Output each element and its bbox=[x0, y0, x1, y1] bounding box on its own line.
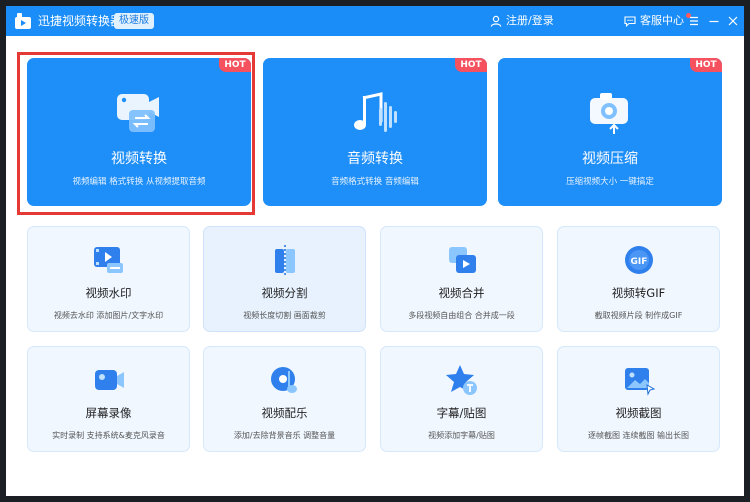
app-logo-icon bbox=[15, 13, 31, 29]
screenshot-icon bbox=[624, 368, 655, 396]
hot-badge: HOT bbox=[690, 58, 722, 72]
tool-description: 截取视频片段 制作成GIF bbox=[594, 311, 683, 320]
subtitle-icon bbox=[445, 365, 477, 395]
svg-text:GIF: GIF bbox=[630, 257, 647, 267]
card-description: 视频编辑 格式转换 从视频提取音频 bbox=[72, 177, 206, 187]
tool-card-gif[interactable]: GIF 视频转GIF 截取视频片段 制作成GIF bbox=[557, 226, 720, 332]
hot-badge: HOT bbox=[219, 58, 251, 72]
title-bar: 迅捷视频转换器 极速版 注册/登录 客服中心 bbox=[6, 6, 744, 36]
tool-card-screenshot[interactable]: 视频截图 逐帧截图 连续截图 输出长图 bbox=[557, 346, 720, 452]
music-icon bbox=[270, 367, 297, 393]
tool-description: 逐帧截图 连续截图 输出长图 bbox=[587, 431, 690, 440]
menu-icon[interactable] bbox=[686, 13, 702, 29]
card-description: 音频格式转换 音频编辑 bbox=[331, 177, 419, 187]
feature-card-video-convert[interactable]: HOT 视频转换 视频编辑 格式转换 从视频提取音频 bbox=[27, 58, 251, 206]
login-label: 注册/登录 bbox=[506, 14, 554, 27]
login-button[interactable]: 注册/登录 bbox=[490, 13, 554, 29]
tool-title: 字幕/贴图 bbox=[436, 406, 487, 420]
tool-title: 视频转GIF bbox=[611, 286, 666, 300]
tool-card-music[interactable]: 视频配乐 添加/去除背景音乐 调整音量 bbox=[203, 346, 366, 452]
screen-record-icon bbox=[94, 370, 124, 390]
app-window: 迅捷视频转换器 极速版 注册/登录 客服中心 HOT 视频转换 视频编辑 格式转… bbox=[6, 6, 744, 496]
gif-icon: GIF bbox=[624, 246, 653, 274]
card-title: 音频转换 bbox=[347, 151, 403, 167]
service-center-label: 客服中心 bbox=[640, 14, 684, 27]
card-title: 视频转换 bbox=[111, 151, 167, 167]
tool-description: 多段视频自由组合 合并成一段 bbox=[408, 311, 515, 320]
close-icon[interactable] bbox=[725, 13, 741, 29]
tool-title: 屏幕录像 bbox=[85, 406, 132, 420]
tool-description: 视频添加字幕/贴图 bbox=[428, 431, 495, 440]
video-convert-icon bbox=[117, 94, 159, 132]
hot-badge: HOT bbox=[455, 58, 487, 72]
split-icon bbox=[274, 245, 295, 275]
tool-card-split[interactable]: 视频分割 视频长度切割 画面裁剪 bbox=[203, 226, 366, 332]
tool-card-watermark[interactable]: 视频水印 视频去水印 添加图片/文字水印 bbox=[27, 226, 190, 332]
tool-title: 视频合并 bbox=[438, 286, 485, 300]
tool-description: 实时录制 支持系统&麦克风录音 bbox=[52, 431, 165, 440]
tool-description: 添加/去除背景音乐 调整音量 bbox=[233, 431, 336, 440]
feature-card-audio-convert[interactable]: HOT 音频转换 音频格式转换 音频编辑 bbox=[263, 58, 487, 206]
tool-card-merge[interactable]: 视频合并 多段视频自由组合 合并成一段 bbox=[380, 226, 543, 332]
tool-card-screen-record[interactable]: 屏幕录像 实时录制 支持系统&麦克风录音 bbox=[27, 346, 190, 452]
edition-badge: 极速版 bbox=[114, 13, 154, 29]
tool-description: 视频去水印 添加图片/文字水印 bbox=[53, 311, 164, 320]
watermark-icon bbox=[93, 247, 123, 273]
tool-description: 视频长度切割 画面裁剪 bbox=[243, 311, 326, 320]
card-description: 压缩视频大小 一键搞定 bbox=[566, 177, 654, 187]
service-center-button[interactable]: 客服中心 bbox=[624, 13, 691, 29]
tool-title: 视频水印 bbox=[85, 286, 132, 300]
tool-title: 视频截图 bbox=[615, 406, 662, 420]
feature-card-video-compress[interactable]: HOT 视频压缩 压缩视频大小 一键搞定 bbox=[498, 58, 722, 206]
video-compress-icon bbox=[590, 93, 628, 134]
tool-title: 视频配乐 bbox=[261, 406, 308, 420]
card-title: 视频压缩 bbox=[582, 151, 638, 167]
tool-title: 视频分割 bbox=[261, 286, 308, 300]
tool-card-subtitle[interactable]: 字幕/贴图 视频添加字幕/贴图 bbox=[380, 346, 543, 452]
chat-icon bbox=[624, 16, 636, 27]
audio-convert-icon bbox=[354, 92, 397, 132]
user-icon bbox=[490, 15, 502, 27]
minimize-icon[interactable] bbox=[706, 13, 722, 29]
merge-icon bbox=[448, 247, 476, 273]
app-title: 迅捷视频转换器 bbox=[38, 14, 123, 28]
